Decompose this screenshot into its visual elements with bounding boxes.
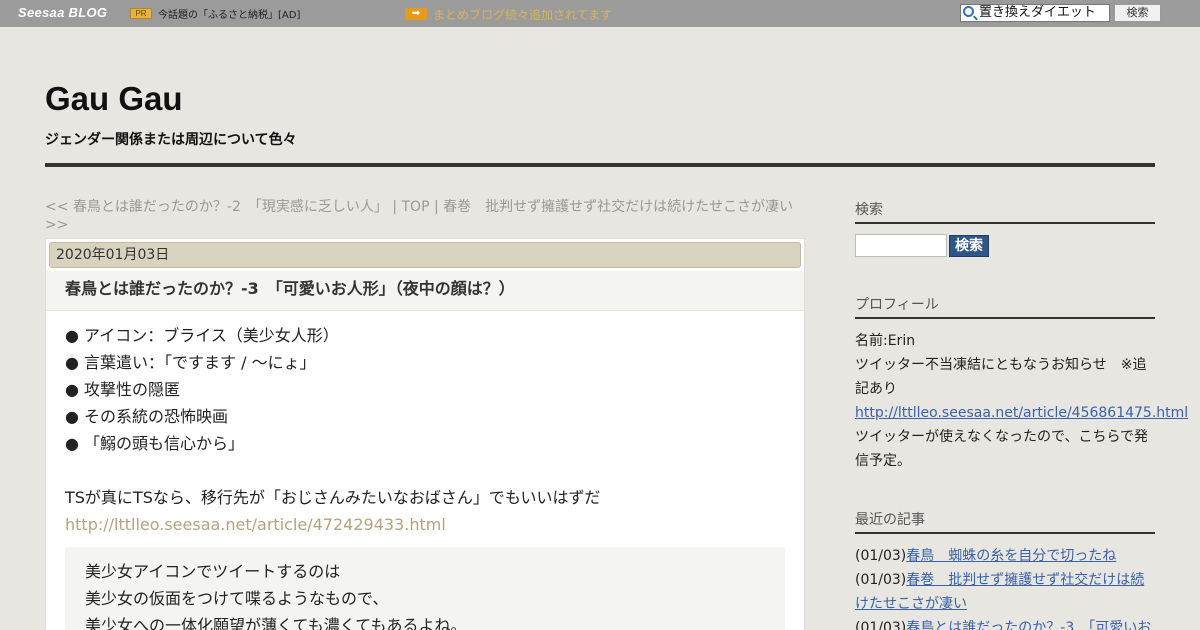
article-paragraph: TSが真にTSなら、移行先が「おじさんみたいなおばさん」でもいいはずだ [65, 488, 601, 507]
article-nav: << 春鳥とは誰だったのか？-2 「現実感に乏しい人」 | TOP | 春巻 批… [45, 198, 805, 234]
sidebar-recent-heading: 最近の記事 [855, 510, 1155, 534]
prev-article-link[interactable]: << 春鳥とは誰だったのか？-2 「現実感に乏しい人」 [45, 199, 388, 215]
profile-text: ツイッター不当凍結にともなうお知らせ ※追記あり [855, 357, 1147, 397]
blog-title[interactable]: Gau Gau [45, 80, 183, 118]
top-search-input[interactable]: 置き換えダイエット [960, 4, 1110, 22]
blog-description: ジェンダー関係または周辺について色々 [45, 132, 297, 148]
top-search-value: 置き換えダイエット [979, 5, 1096, 20]
recent-article-link[interactable]: 春鳥 蜘蛛の糸を自分で切ったね [906, 548, 1116, 564]
list-item: ● アイコン：ブライス（美少女人形） [65, 326, 339, 345]
top-search-button[interactable]: 検索 [1114, 4, 1161, 22]
sidebar-search-input[interactable] [855, 234, 947, 257]
recent-date: (01/03) [855, 572, 907, 588]
list-item: ● 「鰯の頭も信心から」 [65, 434, 245, 453]
article-quote: 美少女アイコンでツイートするのは 美少女の仮面をつけて喋るようなもので、 美少女… [65, 547, 785, 630]
seesaa-blog-logo[interactable]: Seesaa BLOG [18, 5, 107, 20]
pr-ad-link[interactable]: 今話題の「ふるさと納税」[AD] [158, 6, 300, 21]
list-item: ● その系統の恐怖映画 [65, 407, 229, 426]
list-item: (01/03)春巻 批判せず擁護せず社交だけは続けたせこさが凄い [855, 568, 1155, 616]
quote-line: 美少女への一体化願望が薄くても濃くてもあるよね。 [85, 616, 467, 630]
search-icon [963, 6, 974, 17]
recent-article-link[interactable]: 春鳥とは誰だったのか？-3 「可愛いお [906, 620, 1151, 630]
pr-badge: PR [130, 8, 152, 19]
profile-text: ツイッターが使えなくなったので、こちらで発信予定。 [855, 429, 1149, 469]
header-divider [45, 163, 1155, 167]
article-link[interactable]: http://lttlleo.seesaa.net/article/472429… [65, 511, 446, 538]
list-item: (01/03)春鳥 蜘蛛の糸を自分で切ったね [855, 544, 1155, 568]
arrow-right-icon: ➡ [405, 8, 427, 20]
list-item: (01/03)春鳥とは誰だったのか？-3 「可愛いお [855, 616, 1155, 630]
recent-articles-list: (01/03)春鳥 蜘蛛の糸を自分で切ったね (01/03)春巻 批判せず擁護せ… [855, 544, 1155, 630]
sidebar-profile-heading: プロフィール [855, 295, 1155, 319]
article-date: 2020年01月03日 [49, 242, 801, 268]
recent-date: (01/03) [855, 548, 907, 564]
quote-line: 美少女アイコンでツイートするのは [85, 562, 341, 581]
sidebar-search-button[interactable]: 検索 [949, 235, 989, 257]
quote-line: 美少女の仮面をつけて喋るようなもので、 [85, 589, 389, 608]
top-link[interactable]: TOP [402, 199, 430, 215]
article-bullet-list: ● アイコン：ブライス（美少女人形） ● 言葉遣い：「ですます / ～にょ」 ●… [65, 322, 339, 457]
nav-separator: | [387, 199, 402, 215]
list-item: ● 攻撃性の隠匿 [65, 380, 181, 399]
profile-name: 名前:Erin [855, 333, 916, 349]
profile-link[interactable]: http://lttlleo.seesaa.net/article/456861… [855, 401, 1188, 425]
article: 2020年01月03日 春鳥とは誰だったのか？-3 「可愛いお人形」（夜中の顔は… [45, 238, 805, 630]
sidebar-profile: 名前:Erin ツイッター不当凍結にともなうお知らせ ※追記あり http://… [855, 329, 1188, 473]
recent-date: (01/03) [855, 620, 907, 630]
top-bar: Seesaa BLOG PR 今話題の「ふるさと納税」[AD] ➡ まとめブログ… [0, 0, 1200, 27]
nav-separator: | [429, 199, 444, 215]
sidebar-search-heading: 検索 [855, 200, 1155, 224]
article-title[interactable]: 春鳥とは誰だったのか？-3 「可愛いお人形」（夜中の顔は？） [46, 271, 804, 311]
list-item: ● 言葉遣い：「ですます / ～にょ」 [65, 353, 316, 372]
notice-link[interactable]: まとめブログ続々追加されてます [433, 6, 612, 23]
